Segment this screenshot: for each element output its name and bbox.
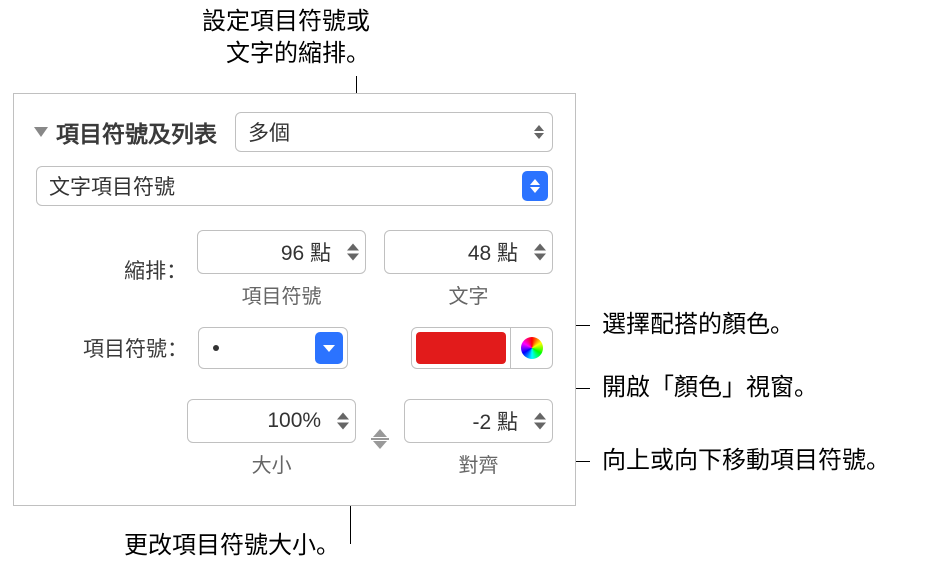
bullet-size-stepper[interactable]: 100% xyxy=(187,399,356,443)
vertical-align-icon xyxy=(366,425,394,453)
bullet-type-select[interactable]: 文字項目符號 xyxy=(36,166,553,206)
bullet-color-combo xyxy=(411,327,553,369)
bullet-indent-sublabel: 項目符號 xyxy=(242,280,322,309)
bullets-lists-panel: 項目符號及列表 多個 文字項目符號 縮排： 96 點 xyxy=(13,93,576,506)
bullet-dot-icon xyxy=(213,345,219,351)
list-preset-value: 多個 xyxy=(248,117,290,147)
stepper-icon[interactable] xyxy=(534,244,546,261)
disclosure-triangle-icon[interactable] xyxy=(34,127,48,137)
color-wheel-button[interactable] xyxy=(510,328,552,368)
bullet-glyph-select[interactable] xyxy=(198,327,348,369)
bullet-align-stepper[interactable]: -2 點 xyxy=(404,399,553,443)
annotation-size-change: 更改項目符號大小。 xyxy=(90,530,340,562)
bullet-align-sublabel: 對齊 xyxy=(458,449,498,478)
bullet-indent-value: 96 點 xyxy=(198,237,335,267)
color-swatch[interactable] xyxy=(416,332,506,364)
list-preset-select[interactable]: 多個 xyxy=(235,112,553,152)
bullet-align-value: -2 點 xyxy=(405,406,522,436)
chevron-down-icon xyxy=(315,332,343,364)
indent-row: 縮排： 96 點 項目符號 48 點 文字 xyxy=(36,230,553,309)
size-align-row: 100% 大小 -2 點 對齊 xyxy=(36,399,553,478)
bullet-size-sublabel: 大小 xyxy=(252,449,292,478)
updown-chevron-icon xyxy=(522,171,548,201)
annotation-indent: 設定項目符號或 文字的縮排。 xyxy=(90,6,370,71)
color-wheel-icon xyxy=(521,337,543,359)
text-indent-value: 48 點 xyxy=(385,237,522,267)
bullet-size-value: 100% xyxy=(188,409,325,433)
annotation-color-window: 開啟「顏色」視窗。 xyxy=(602,372,818,404)
annotation-color-match: 選擇配搭的顏色。 xyxy=(602,309,794,341)
stepper-icon[interactable] xyxy=(347,244,359,261)
text-indent-sublabel: 文字 xyxy=(449,280,489,309)
bullet-type-row: 文字項目符號 xyxy=(36,166,553,206)
stepper-icon[interactable] xyxy=(534,413,546,430)
stepper-icon[interactable] xyxy=(337,413,349,430)
bullet-indent-stepper[interactable]: 96 點 xyxy=(197,230,366,274)
bullet-symbol-label: 項目符號： xyxy=(36,333,188,363)
updown-chevron-icon xyxy=(534,125,544,139)
section-header-row: 項目符號及列表 多個 xyxy=(36,112,553,152)
annotation-move-bullet: 向上或向下移動項目符號。 xyxy=(602,445,890,477)
indent-label: 縮排： xyxy=(36,255,187,285)
section-title: 項目符號及列表 xyxy=(56,115,217,149)
bullet-symbol-row: 項目符號： xyxy=(36,327,553,369)
text-indent-stepper[interactable]: 48 點 xyxy=(384,230,553,274)
bullet-type-value: 文字項目符號 xyxy=(49,171,175,201)
